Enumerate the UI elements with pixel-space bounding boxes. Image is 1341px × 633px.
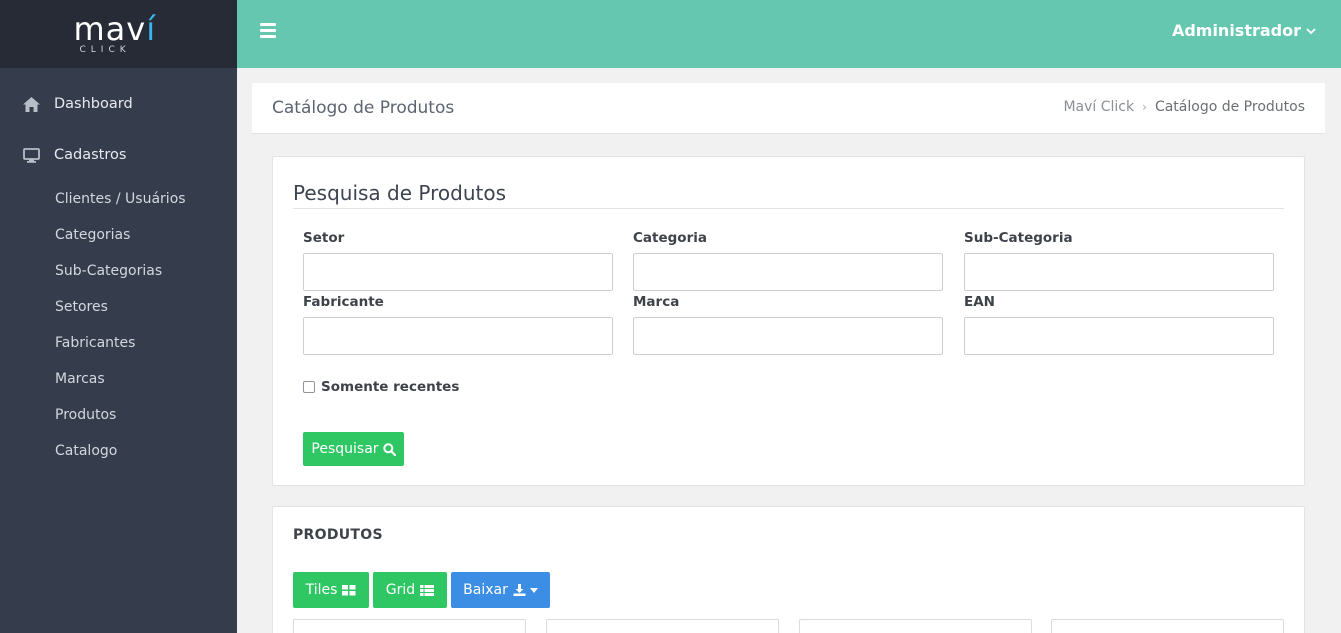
search-button[interactable]: Pesquisar bbox=[303, 432, 404, 466]
breadcrumb-root[interactable]: Maví Click bbox=[1063, 99, 1134, 115]
sidebar-subitem-produtos[interactable]: Produtos bbox=[0, 397, 237, 433]
sidebar-subitem-catalogo[interactable]: Catalogo bbox=[0, 433, 237, 469]
chevron-down-icon bbox=[1306, 27, 1316, 34]
breadcrumb: Maví Click › Catálogo de Produtos bbox=[1063, 99, 1305, 115]
subcategoria-label: Sub-Categoria bbox=[964, 230, 1073, 246]
categoria-field: Categoria bbox=[633, 230, 943, 291]
breadcrumb-separator-icon: › bbox=[1142, 100, 1147, 114]
marca-input[interactable] bbox=[633, 317, 943, 355]
marca-label: Marca bbox=[633, 294, 680, 310]
download-dropdown-button[interactable]: Baixar bbox=[451, 572, 550, 608]
divider bbox=[293, 208, 1284, 209]
logo-subtext: CLICK bbox=[79, 45, 131, 55]
search-panel-title: Pesquisa de Produtos bbox=[293, 181, 506, 205]
download-button-label: Baixar bbox=[463, 582, 508, 598]
sidebar-subitem-clientes[interactable]: Clientes / Usuários bbox=[0, 181, 237, 217]
sidebar-item-label: Dashboard bbox=[54, 96, 133, 112]
categoria-label: Categoria bbox=[633, 230, 707, 246]
grid-button-label: Grid bbox=[385, 582, 416, 598]
sidebar-subitem-fabricantes[interactable]: Fabricantes bbox=[0, 325, 237, 361]
sidebar-subitem-subcategorias[interactable]: Sub-Categorias bbox=[0, 253, 237, 289]
recent-only-row: Somente recentes bbox=[303, 379, 459, 395]
search-button-label: Pesquisar bbox=[311, 441, 379, 457]
page-title: Catálogo de Produtos bbox=[272, 98, 455, 118]
ean-label: EAN bbox=[964, 294, 995, 310]
breadcrumb-current: Catálogo de Produtos bbox=[1154, 99, 1305, 115]
logo-text: maví bbox=[73, 10, 157, 48]
home-icon bbox=[22, 95, 40, 113]
tiles-view-button[interactable]: Tiles bbox=[293, 572, 369, 608]
fabricante-input[interactable] bbox=[303, 317, 613, 355]
sidebar-nav: Dashboard Cadastros Clientes / Usuários … bbox=[0, 68, 237, 469]
setor-label: Setor bbox=[303, 230, 345, 246]
ean-field: EAN bbox=[964, 294, 1274, 355]
products-panel: PRODUTOS Tiles Grid Baixar bbox=[272, 506, 1305, 633]
ean-input[interactable] bbox=[964, 317, 1274, 355]
sidebar: maví CLICK Dashboard Cadastros Clientes … bbox=[0, 0, 237, 633]
sidebar-item-label: Cadastros bbox=[54, 147, 127, 163]
hamburger-icon[interactable] bbox=[260, 23, 276, 41]
tiles-button-label: Tiles bbox=[305, 582, 338, 598]
marca-field: Marca bbox=[633, 294, 943, 355]
sidebar-subnav: Clientes / Usuários Categorias Sub-Categ… bbox=[0, 181, 237, 469]
sidebar-item-cadastros[interactable]: Cadastros bbox=[0, 137, 237, 173]
sidebar-subitem-setores[interactable]: Setores bbox=[0, 289, 237, 325]
categoria-input[interactable] bbox=[633, 253, 943, 291]
page-header: Catálogo de Produtos Maví Click › Catálo… bbox=[252, 83, 1325, 134]
download-icon bbox=[513, 584, 526, 596]
product-tile[interactable] bbox=[546, 619, 779, 633]
logo[interactable]: maví CLICK bbox=[74, 11, 164, 57]
monitor-icon bbox=[22, 146, 40, 164]
user-name: Administrador bbox=[1171, 21, 1301, 40]
tiles-icon bbox=[342, 584, 356, 595]
sidebar-subitem-categorias[interactable]: Categorias bbox=[0, 217, 237, 253]
products-title: PRODUTOS bbox=[293, 527, 383, 543]
sidebar-item-dashboard[interactable]: Dashboard bbox=[0, 86, 237, 122]
topbar: Administrador bbox=[237, 0, 1341, 68]
sidebar-subitem-marcas[interactable]: Marcas bbox=[0, 361, 237, 397]
setor-field: Setor bbox=[303, 230, 613, 291]
subcategoria-input[interactable] bbox=[964, 253, 1274, 291]
logo-area: maví CLICK bbox=[0, 0, 237, 68]
caret-down-icon bbox=[529, 587, 538, 593]
product-tile[interactable] bbox=[293, 619, 526, 633]
setor-input[interactable] bbox=[303, 253, 613, 291]
recent-only-checkbox[interactable] bbox=[303, 381, 315, 393]
fabricante-field: Fabricante bbox=[303, 294, 613, 355]
grid-icon bbox=[420, 584, 435, 596]
user-menu[interactable]: Administrador bbox=[1172, 21, 1316, 40]
search-panel: Pesquisa de Produtos Setor Categoria Sub… bbox=[272, 156, 1305, 486]
product-tile[interactable] bbox=[1051, 619, 1284, 633]
search-icon bbox=[382, 442, 396, 456]
fabricante-label: Fabricante bbox=[303, 294, 384, 310]
recent-only-label: Somente recentes bbox=[321, 379, 460, 395]
grid-view-button[interactable]: Grid bbox=[373, 572, 447, 608]
product-tile[interactable] bbox=[799, 619, 1032, 633]
subcategoria-field: Sub-Categoria bbox=[964, 230, 1274, 291]
